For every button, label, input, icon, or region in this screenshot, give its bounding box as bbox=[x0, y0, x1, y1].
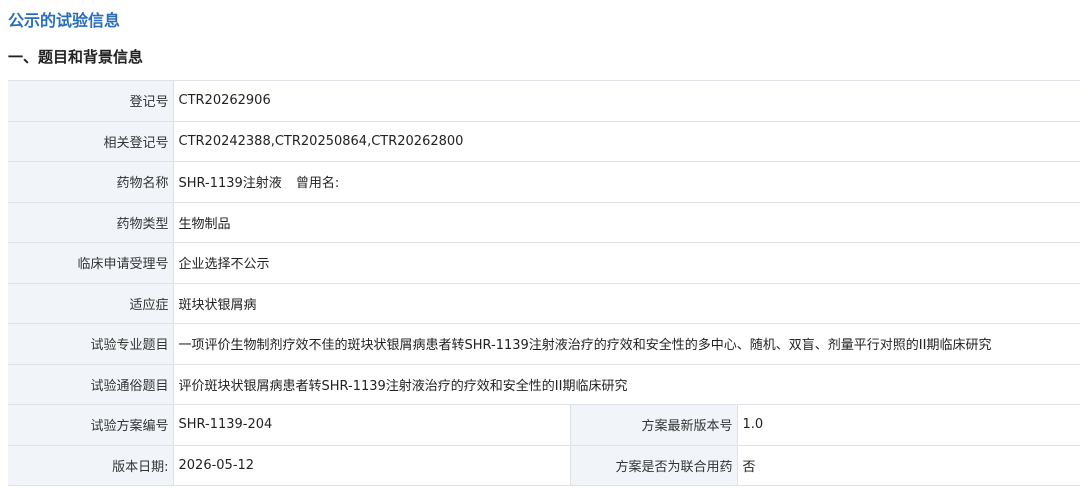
combination-label: 方案是否为联合用药 bbox=[570, 444, 738, 486]
row-indication: 适应症 斑块状银屑病 bbox=[8, 282, 1080, 324]
related-registration-no-label: 相关登记号 bbox=[8, 120, 174, 162]
clinical-application-no-label: 临床申请受理号 bbox=[8, 242, 174, 284]
row-clinical-application-no: 临床申请受理号 企业选择不公示 bbox=[8, 242, 1080, 284]
row-protocol: 试验方案编号 SHR-1139-204 方案最新版本号 1.0 bbox=[8, 404, 1080, 446]
section-heading: 一、题目和背景信息 bbox=[8, 48, 144, 66]
version-date-value: 2026-05-12 bbox=[173, 444, 571, 486]
combination-value: 否 bbox=[737, 444, 1080, 486]
row-public-title: 试验通俗题目 评价斑块状银屑病患者转SHR-1139注射液治疗的疗效和安全性的I… bbox=[8, 363, 1080, 405]
public-title-label: 试验通俗题目 bbox=[8, 363, 174, 405]
page-title: 公示的试验信息 bbox=[8, 11, 121, 30]
scientific-title-label: 试验专业题目 bbox=[8, 323, 174, 365]
protocol-no-value: SHR-1139-204 bbox=[173, 404, 571, 446]
row-scientific-title: 试验专业题目 一项评价生物制剂疗效不佳的斑块状银屑病患者转SHR-1139注射液… bbox=[8, 323, 1080, 365]
drug-type-value: 生物制品 bbox=[173, 201, 1080, 243]
row-registration-no: 登记号 CTR20262906 bbox=[8, 80, 1080, 122]
clinical-application-no-value: 企业选择不公示 bbox=[173, 242, 1080, 284]
registration-no-label: 登记号 bbox=[8, 80, 174, 122]
public-title-value: 评价斑块状银屑病患者转SHR-1139注射液治疗的疗效和安全性的II期临床研究 bbox=[173, 363, 1080, 405]
protocol-no-label: 试验方案编号 bbox=[8, 404, 174, 446]
row-drug-type: 药物类型 生物制品 bbox=[8, 201, 1080, 243]
drug-name-label: 药物名称 bbox=[8, 161, 174, 203]
related-registration-no-value: CTR20242388,CTR20250864,CTR20262800 bbox=[173, 120, 1080, 162]
row-drug-name: 药物名称 SHR-1139注射液 曾用名: bbox=[8, 161, 1080, 203]
drug-alias-label: 曾用名: bbox=[295, 176, 340, 192]
row-version-date: 版本日期: 2026-05-12 方案是否为联合用药 否 bbox=[8, 444, 1080, 486]
version-date-label: 版本日期: bbox=[8, 444, 174, 486]
indication-label: 适应症 bbox=[8, 282, 174, 324]
indication-value: 斑块状银屑病 bbox=[173, 282, 1080, 324]
drug-name-value: SHR-1139注射液 bbox=[178, 176, 282, 192]
drug-name-cell: SHR-1139注射液 曾用名: bbox=[173, 161, 1080, 203]
scientific-title-value: 一项评价生物制剂疗效不佳的斑块状银屑病患者转SHR-1139注射液治疗的疗效和安… bbox=[173, 323, 1080, 365]
trial-info-table: 登记号 CTR20262906 相关登记号 CTR20242388,CTR202… bbox=[8, 80, 1080, 486]
drug-type-label: 药物类型 bbox=[8, 201, 174, 243]
protocol-version-value: 1.0 bbox=[737, 404, 1080, 446]
row-related-registration-no: 相关登记号 CTR20242388,CTR20250864,CTR2026280… bbox=[8, 120, 1080, 162]
registration-no-value: CTR20262906 bbox=[173, 80, 1080, 122]
protocol-version-label: 方案最新版本号 bbox=[570, 404, 738, 446]
